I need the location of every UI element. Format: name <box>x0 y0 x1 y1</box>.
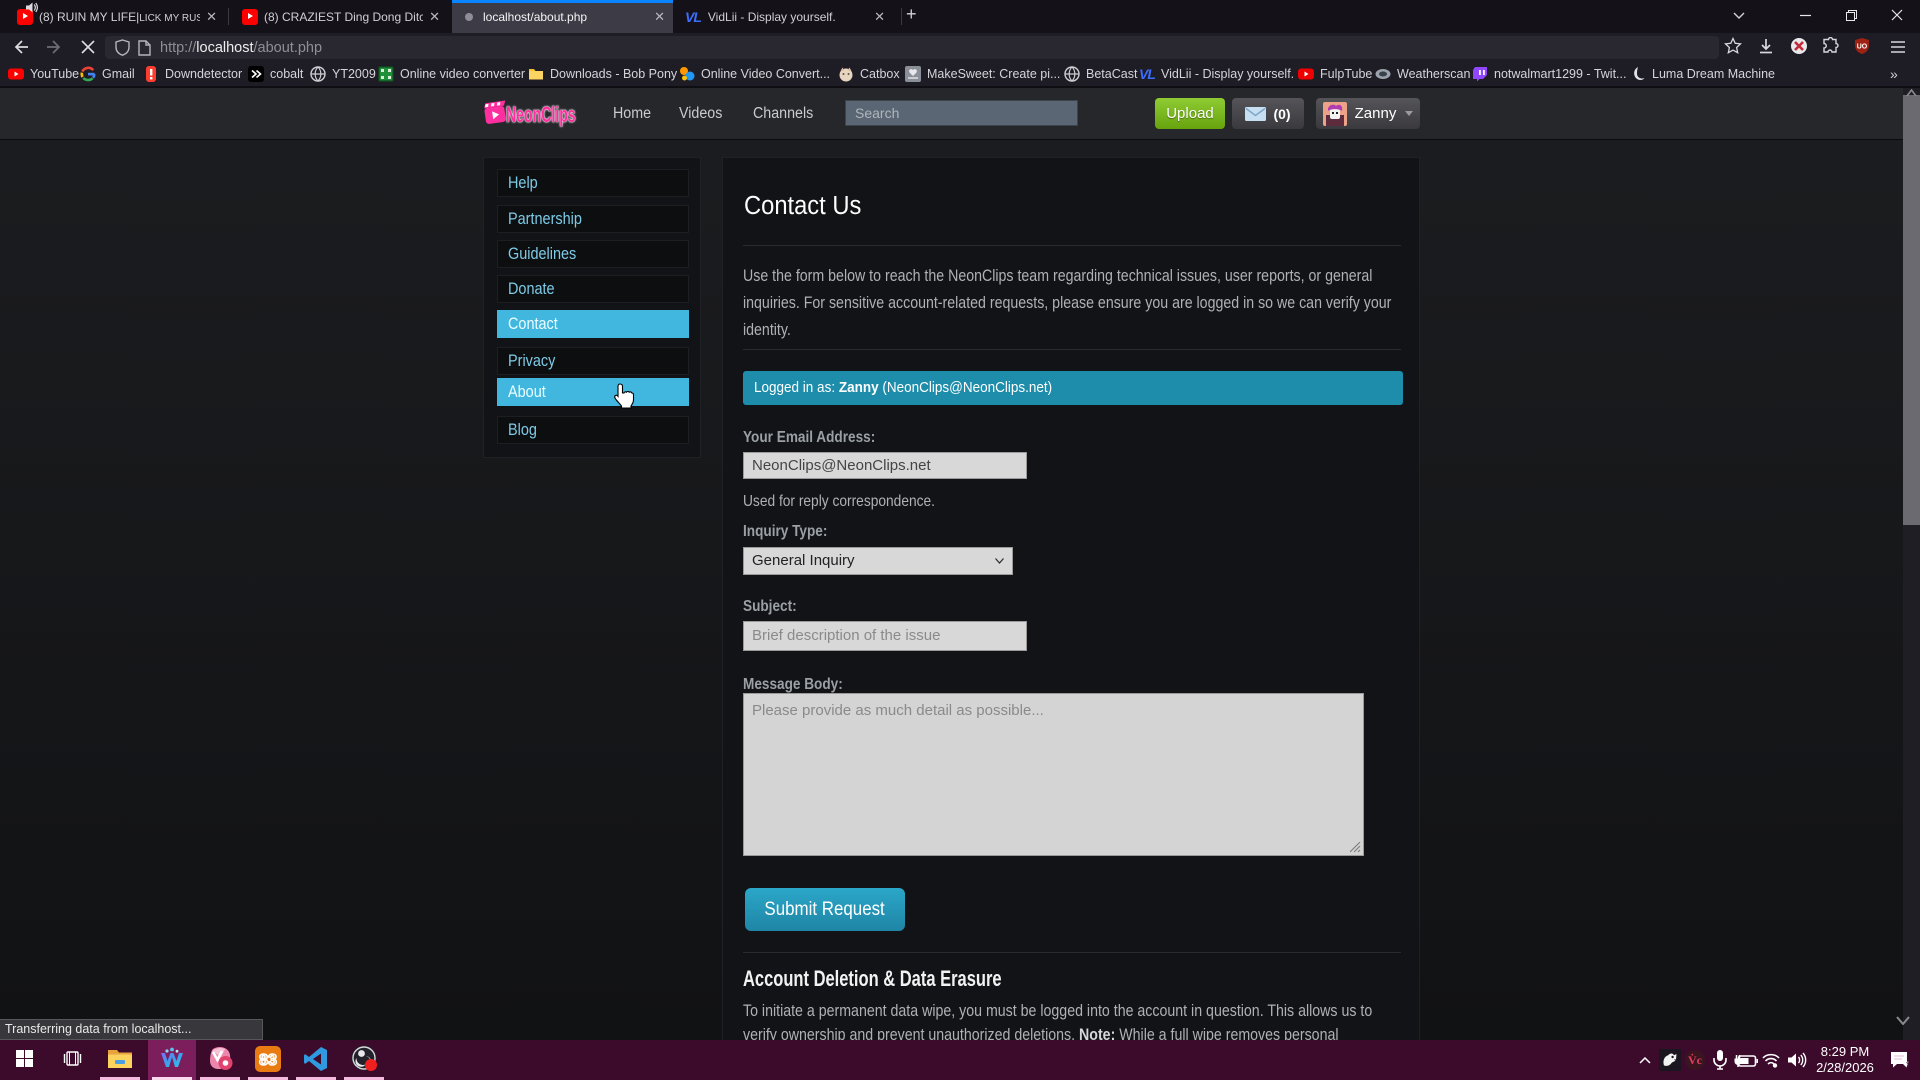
svg-text:83: 83 <box>259 1052 277 1069</box>
svg-text:UO: UO <box>1857 44 1868 51</box>
svg-text:V̇c: V̇c <box>1688 1053 1703 1067</box>
